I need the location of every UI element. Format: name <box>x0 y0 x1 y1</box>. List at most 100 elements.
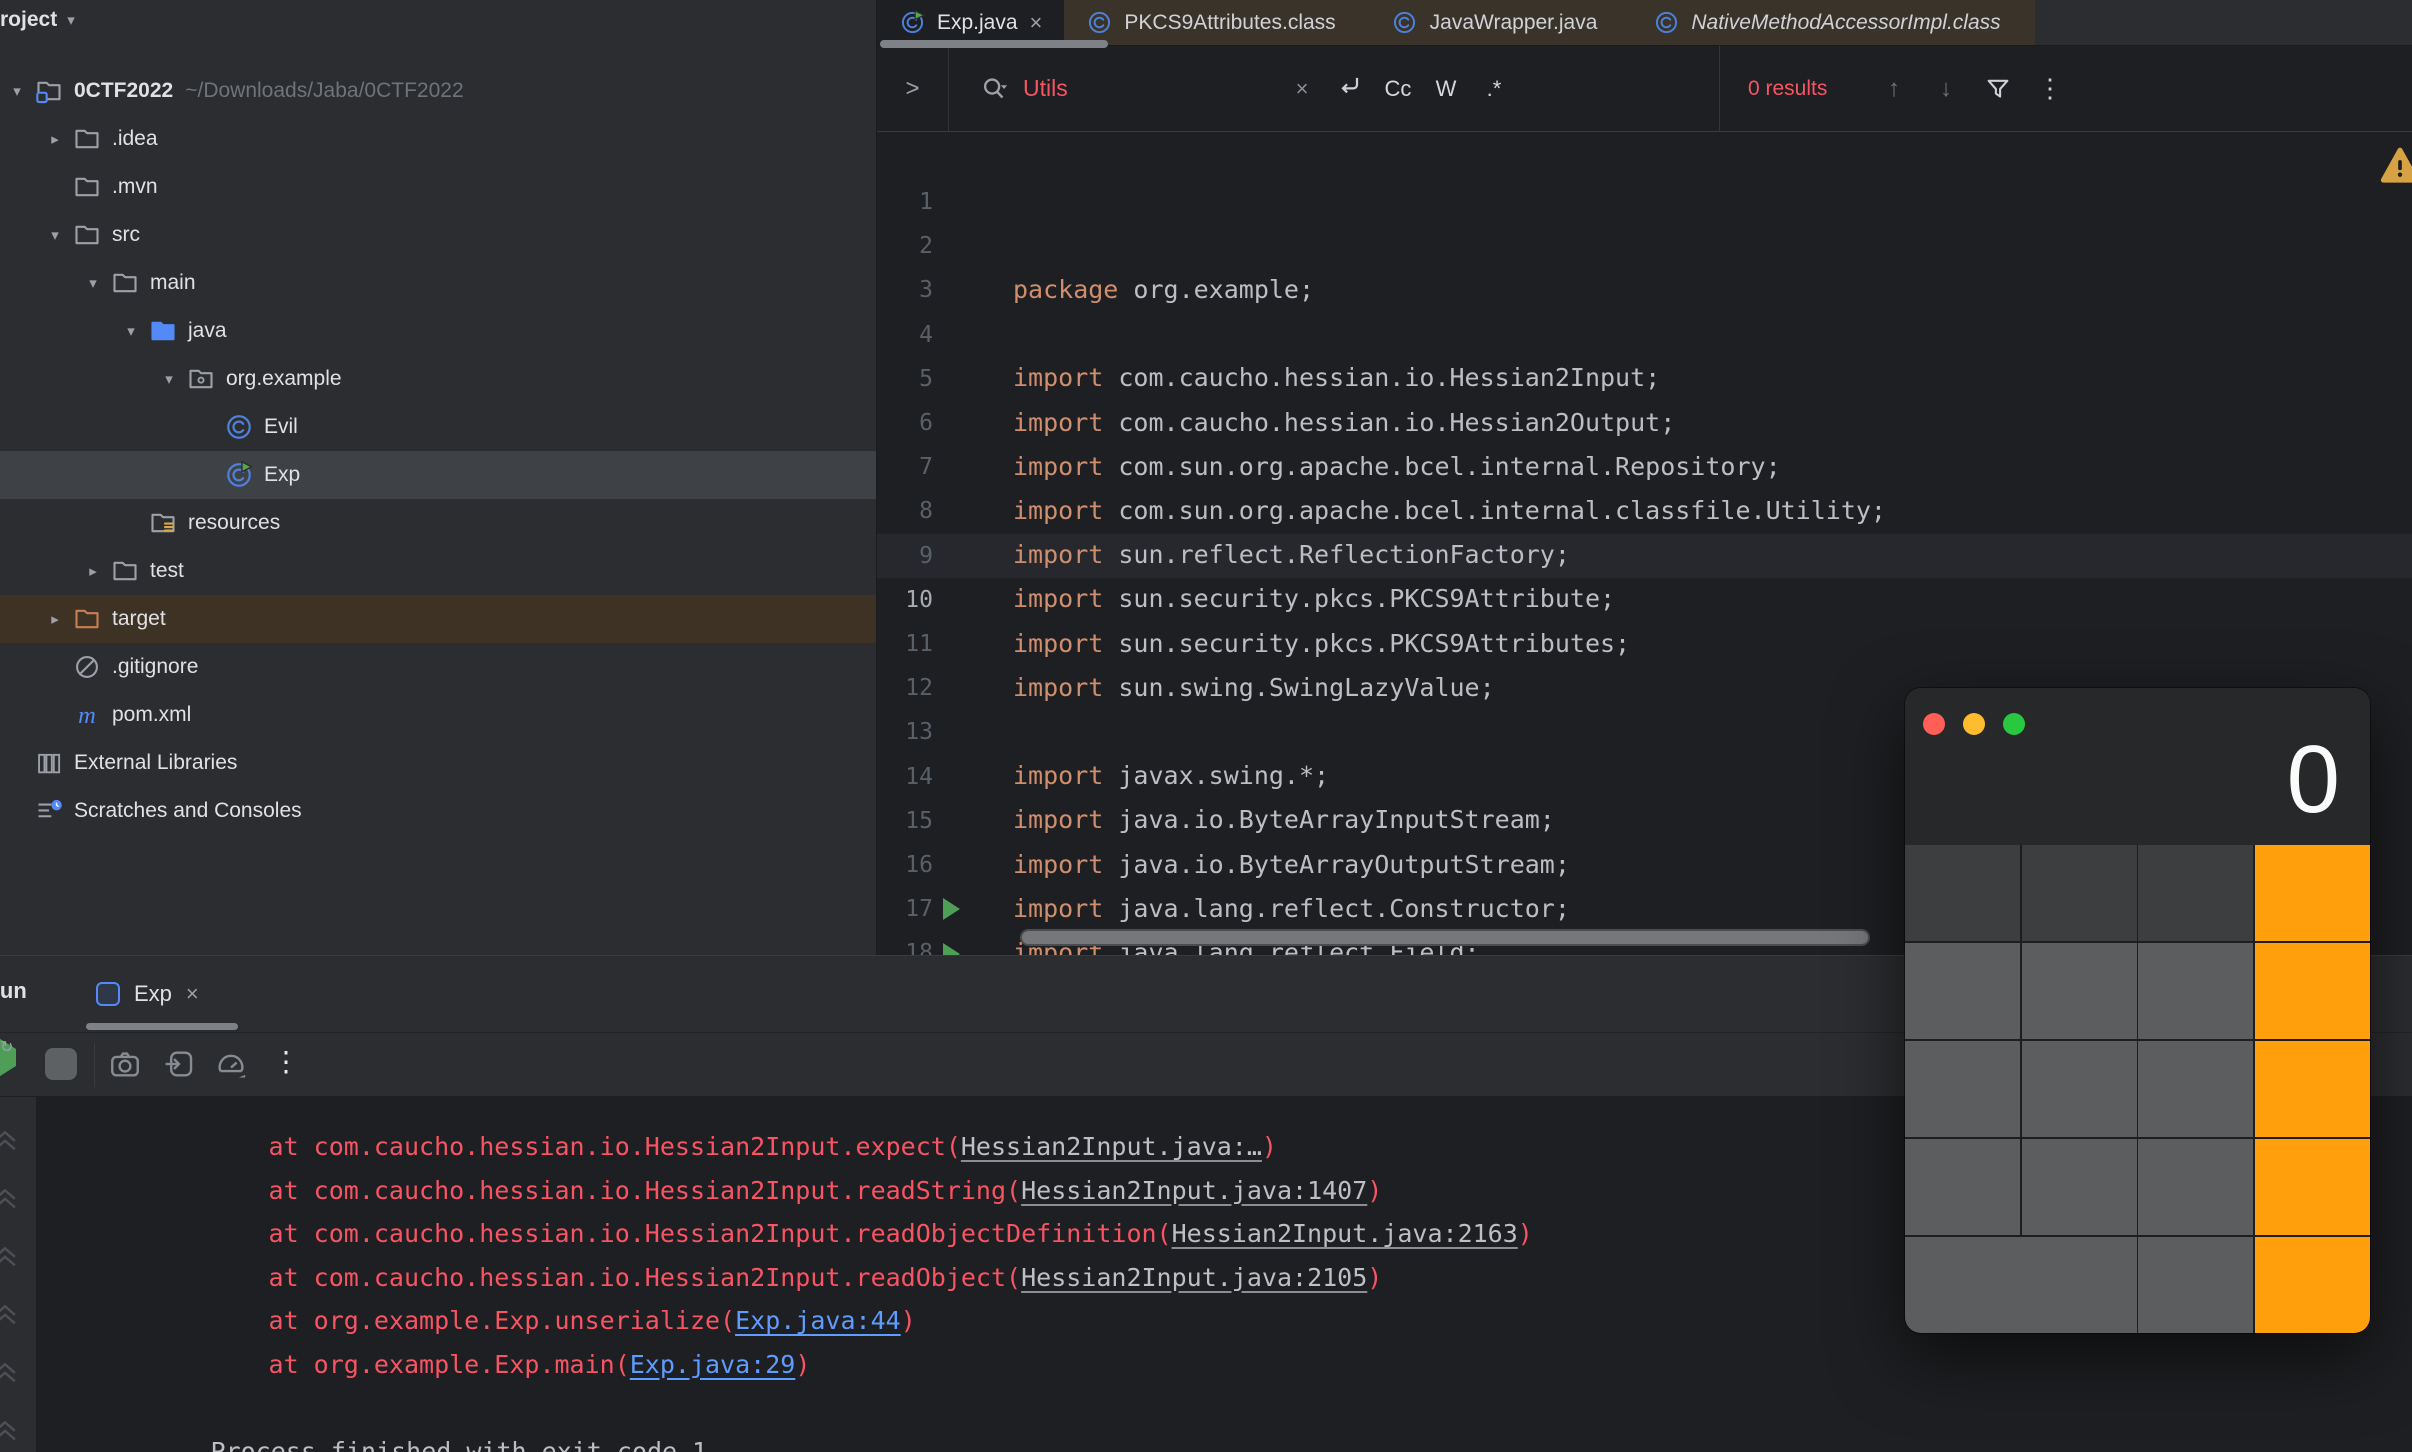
tree-row[interactable]: ▾ m src <box>0 211 876 259</box>
console-gutter-icon[interactable] <box>0 1121 22 1155</box>
run-tab-label: Exp <box>134 981 172 1007</box>
calculator-key[interactable] <box>2255 943 2370 1039</box>
console-gutter-icon[interactable] <box>0 1179 22 1213</box>
tree-chevron-icon[interactable]: ▸ <box>38 130 72 148</box>
run-gutter-icon[interactable] <box>943 943 960 955</box>
calculator-window[interactable]: 0 <box>1905 688 2370 1333</box>
tree-row[interactable]: m resources <box>0 499 876 547</box>
tree-row[interactable]: ▸ m target <box>0 595 876 643</box>
calculator-key[interactable] <box>2022 845 2137 941</box>
tree-item-icon: m <box>224 412 254 442</box>
search-icon[interactable] <box>979 74 1009 104</box>
tree-item-icon: m <box>72 700 102 730</box>
tab-scrollbar-thumb[interactable] <box>880 40 1108 48</box>
find-input-zone[interactable]: Utils × Cc W .* <box>979 72 1679 106</box>
tree-row[interactable]: m Exp <box>0 451 876 499</box>
calculator-key[interactable] <box>2138 845 2253 941</box>
tree-item-label: src <box>112 223 140 247</box>
calculator-key[interactable] <box>2255 1237 2370 1333</box>
code-line: 9 import sun.security.pkcs.PKCS9Attribut… <box>877 490 2412 534</box>
tree-item-label: Evil <box>264 415 298 439</box>
console-gutter-icon[interactable] <box>0 1295 22 1329</box>
code-line: 7 import sun.reflect.ReflectionFactory; <box>877 401 2412 445</box>
editor-tab[interactable]: Exp.java × <box>877 0 1064 45</box>
attach-debugger-icon[interactable] <box>162 1047 196 1086</box>
calculator-key[interactable] <box>1905 1139 2020 1235</box>
run-tab[interactable]: Exp × <box>78 956 217 1032</box>
newline-icon[interactable] <box>1326 72 1374 106</box>
calculator-key[interactable] <box>1905 1041 2020 1137</box>
tree-row[interactable]: ▸ m test <box>0 547 876 595</box>
regex-toggle[interactable]: .* <box>1470 76 1518 102</box>
console-gutter-icon[interactable] <box>0 1353 22 1387</box>
editor-tab[interactable]: JavaWrapper.java <box>1370 0 1632 45</box>
tree-row[interactable]: ▸ m .idea <box>0 115 876 163</box>
tree-chevron-icon[interactable]: ▸ <box>38 610 72 628</box>
calculator-key[interactable] <box>2255 1139 2370 1235</box>
calculator-key[interactable] <box>2138 1041 2253 1137</box>
code-line: 12 import javax.swing.*; <box>877 622 2412 666</box>
tree-chevron-icon[interactable]: ▾ <box>152 370 186 388</box>
tree-chevron-icon[interactable]: ▸ <box>76 562 110 580</box>
close-traffic-light[interactable] <box>1923 713 1945 735</box>
tree-row[interactable]: m External Libraries <box>0 739 876 787</box>
tree-row[interactable]: ▾ m org.examp <box>0 355 876 403</box>
tree-item-path: ~/Downloads/Jaba/0CTF2022 <box>185 79 463 103</box>
console-gutter-icon[interactable] <box>0 1237 22 1271</box>
run-more-options-icon[interactable]: ⋮ <box>272 1045 300 1078</box>
calculator-key[interactable] <box>2138 943 2253 1039</box>
run-tab-close-icon[interactable]: × <box>186 981 199 1007</box>
minimize-traffic-light[interactable] <box>1963 713 1985 735</box>
project-tool-window-header[interactable]: Project ▾ <box>0 8 75 32</box>
search-input[interactable]: Utils <box>1023 75 1278 102</box>
code-line: 3 import com.caucho.hessian.io.Hessian2I… <box>877 224 2412 268</box>
calculator-key[interactable] <box>1905 943 2020 1039</box>
tab-close-icon[interactable]: × <box>1030 12 1043 34</box>
tree-row[interactable]: m Scratches and Consoles <box>0 787 876 835</box>
find-collapse-chevron[interactable]: > <box>877 46 949 131</box>
console-gutter-icon[interactable] <box>0 1411 22 1445</box>
calculator-key[interactable] <box>2255 1041 2370 1137</box>
tree-row[interactable]: m .gitignore <box>0 643 876 691</box>
tree-row[interactable]: m pom.xml <box>0 691 876 739</box>
profiler-gauge-icon[interactable] <box>214 1047 248 1086</box>
tree-chevron-icon[interactable]: ▾ <box>114 322 148 340</box>
clear-search-icon[interactable]: × <box>1278 76 1326 102</box>
more-options-icon[interactable]: ⋮ <box>2024 73 2076 104</box>
run-panel-title[interactable]: Run <box>0 978 27 1004</box>
words-toggle[interactable]: W <box>1422 76 1470 102</box>
inspection-warning-icon[interactable] <box>2380 146 2412 191</box>
calculator-key[interactable] <box>2022 943 2137 1039</box>
tree-chevron-icon[interactable]: ▾ <box>0 82 34 100</box>
tree-row[interactable]: m .mvn <box>0 163 876 211</box>
tree-item-label: org.example <box>226 367 342 391</box>
tree-row[interactable]: ▾ m 0CTF2022 <box>0 67 876 115</box>
tree-row[interactable]: m Evil <box>0 403 876 451</box>
zoom-traffic-light[interactable] <box>2003 713 2025 735</box>
calculator-key[interactable] <box>2138 1139 2253 1235</box>
tree-row[interactable]: ▾ m java <box>0 307 876 355</box>
tree-row[interactable]: ▾ m main <box>0 259 876 307</box>
tree-chevron-icon[interactable]: ▾ <box>76 274 110 292</box>
run-gutter-icon[interactable] <box>943 898 960 920</box>
match-case-toggle[interactable]: Cc <box>1374 76 1422 102</box>
next-occurrence-icon[interactable]: ↓ <box>1920 75 1972 103</box>
thread-dump-camera-icon[interactable] <box>108 1047 142 1086</box>
stop-icon[interactable] <box>45 1048 77 1080</box>
editor-tab[interactable]: NativeMethodAccessorImpl.class <box>1631 0 2034 45</box>
calculator-key[interactable] <box>1905 1237 2137 1333</box>
calculator-titlebar[interactable]: 0 <box>1905 688 2370 845</box>
editor-tab[interactable]: PKCS9Attributes.class <box>1064 0 1369 45</box>
search-filter-icon[interactable] <box>1972 75 2024 103</box>
calculator-key[interactable] <box>1905 845 2020 941</box>
tree-item-label: External Libraries <box>74 751 237 775</box>
tree-item-icon: m <box>72 604 102 634</box>
calculator-key[interactable] <box>2138 1237 2253 1333</box>
horizontal-scrollbar[interactable] <box>1020 929 1870 946</box>
tree-chevron-icon[interactable]: ▾ <box>38 226 72 244</box>
calculator-key[interactable] <box>2022 1139 2137 1235</box>
calculator-key[interactable] <box>2255 845 2370 941</box>
calculator-key[interactable] <box>2022 1041 2137 1137</box>
previous-occurrence-icon[interactable]: ↑ <box>1868 75 1920 103</box>
rerun-icon[interactable]: ↻ <box>0 1049 16 1067</box>
